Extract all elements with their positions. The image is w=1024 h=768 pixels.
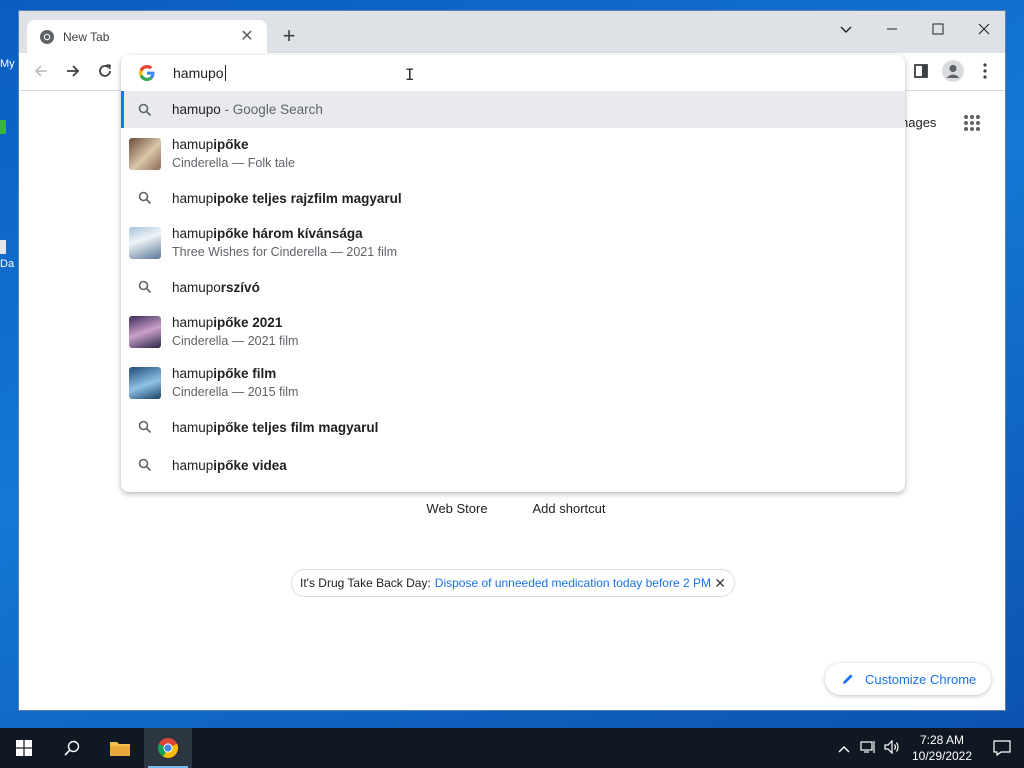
suggestion-bold: ipőke három kívánsága <box>213 225 363 241</box>
tab-close-icon[interactable]: ✕ <box>239 28 255 45</box>
thumb-1 <box>129 137 161 170</box>
close-window-button[interactable] <box>961 15 1005 43</box>
suggestion-prefix: hamup <box>172 457 214 473</box>
suggestion-bold: ipoke teljes rajzfilm magyarul <box>213 190 402 206</box>
start-button[interactable] <box>0 728 48 768</box>
suggestion-bold: ipőke teljes film magyarul <box>213 419 379 435</box>
suggestion-subtitle: Cinderella — 2021 film <box>172 333 299 348</box>
mouse-ibeam-cursor: I <box>405 65 415 84</box>
suggestion-prefix: hamup <box>172 365 214 381</box>
volume-icon[interactable] <box>880 739 904 757</box>
suggestion-subtitle: Cinderella — 2015 film <box>172 384 299 399</box>
promo-link[interactable]: Dispose of unneeded medication today bef… <box>435 576 711 590</box>
tab-new-tab[interactable]: New Tab ✕ <box>27 20 267 53</box>
suggestion-bold: ipőke videa <box>213 457 287 473</box>
taskbar-clock[interactable]: 7:28 AM 10/29/2022 <box>904 732 980 764</box>
suggestion-prefix: hamup <box>172 419 214 435</box>
clock-time: 7:28 AM <box>919 733 965 747</box>
suggestion-bold: pőke <box>217 136 249 152</box>
omnibox-text: hamupo <box>173 65 224 81</box>
suggestion-row[interactable]: hamupipőke három kívánsága Three Wishes … <box>121 217 905 268</box>
suggestion-row[interactable]: hamupo - Google Search <box>121 91 905 128</box>
thumb-2 <box>129 226 161 259</box>
suggestion-bold: ipőke film <box>213 365 277 381</box>
chrome-icon <box>158 738 178 758</box>
suggestion-prefix: hamup <box>172 136 214 152</box>
taskbar-file-explorer[interactable] <box>96 728 144 768</box>
shortcut-label: Web Store <box>426 501 488 516</box>
side-panel-icon[interactable] <box>907 57 935 85</box>
suggestion-row[interactable]: hamuporszívó <box>121 268 905 306</box>
forward-icon[interactable] <box>59 57 87 85</box>
maximize-button[interactable] <box>915 15 961 43</box>
apps-grid-icon[interactable] <box>963 114 981 135</box>
suggestion-suffix: - Google Search <box>220 102 323 117</box>
suggestion-prefix: hamupo <box>172 102 221 117</box>
text-caret <box>224 65 226 81</box>
omnibox-input[interactable]: hamupo I <box>121 55 905 91</box>
thumb-3 <box>129 315 161 348</box>
taskbar-chrome[interactable] <box>144 728 192 768</box>
desktop-icon-label-fragment: My <box>0 58 15 70</box>
search-icon <box>129 271 161 303</box>
suggestion-row[interactable]: hamupipőke 2021 Cinderella — 2021 film <box>121 306 905 357</box>
omnibox-dropdown: hamupo I hamupo - Google Search hamupipő… <box>121 55 905 492</box>
search-icon <box>129 411 161 443</box>
new-tab-button[interactable]: + <box>277 25 301 49</box>
clock-date: 10/29/2022 <box>911 749 973 763</box>
suggestion-bold: ipőke 2021 <box>213 314 283 330</box>
folder-icon <box>110 742 130 756</box>
images-link[interactable]: nages <box>901 115 936 130</box>
notifications-icon[interactable] <box>980 740 1024 756</box>
suggestion-row[interactable]: hamupipőke teljes film magyarul <box>121 408 905 446</box>
search-icon <box>129 94 161 126</box>
suggestion-subtitle: Three Wishes for Cinderella — 2021 film <box>172 244 398 259</box>
suggestion-prefix: hamup <box>172 314 214 330</box>
shortcut-add[interactable]: Add shortcut <box>513 491 625 516</box>
taskbar: 7:28 AM 10/29/2022 <box>0 728 1024 768</box>
suggestion-subtitle: Cinderella — Folk tale <box>172 155 295 170</box>
customize-chrome-button[interactable]: Customize Chrome <box>825 663 991 695</box>
chrome-favicon-icon <box>40 29 54 44</box>
thumb-4 <box>129 366 161 399</box>
suggestion-row[interactable]: hamupipőke videa <box>121 446 905 484</box>
tab-title: New Tab <box>63 29 110 44</box>
windows-logo-icon <box>16 740 32 756</box>
desktop-icon-fragment <box>0 240 6 254</box>
profile-avatar-icon[interactable] <box>939 57 967 85</box>
desktop-icon-label-fragment: Da <box>0 258 15 270</box>
search-icon <box>129 182 161 214</box>
suggestion-bold: rszívó <box>220 279 260 295</box>
tab-search-icon[interactable] <box>823 15 869 43</box>
suggestion-prefix: hamup <box>172 190 214 206</box>
reload-icon[interactable] <box>91 57 119 85</box>
chrome-window: New Tab ✕ + nages Web Store Add shortcut… <box>18 10 1006 711</box>
customize-label: Customize Chrome <box>865 671 977 687</box>
title-bar: New Tab ✕ + <box>19 11 1005 53</box>
google-g-icon <box>139 65 155 81</box>
suggestion-row[interactable]: hamupipőke film Cinderella — 2015 film <box>121 357 905 408</box>
suggestion-row[interactable]: hamupipoke teljes rajzfilm magyarul <box>121 179 905 217</box>
promo-banner: It's Drug Take Back Day: Dispose of unne… <box>291 569 735 597</box>
system-tray: 7:28 AM 10/29/2022 <box>832 728 1024 768</box>
back-icon[interactable] <box>27 57 55 85</box>
suggestion-prefix: hamupo <box>172 279 221 295</box>
menu-kebab-icon[interactable] <box>971 57 999 85</box>
taskbar-search-button[interactable] <box>48 728 96 768</box>
suggestion-row[interactable]: hamupipőke Cinderella — Folk tale <box>121 128 905 179</box>
promo-text: It's Drug Take Back Day: <box>300 576 431 590</box>
suggestion-prefix: hamup <box>172 225 214 241</box>
search-icon <box>64 740 80 756</box>
minimize-button[interactable] <box>869 15 915 43</box>
network-icon[interactable] <box>856 740 880 757</box>
desktop-icon-fragment <box>0 120 6 134</box>
promo-close-icon[interactable]: ✕ <box>714 575 726 592</box>
shortcut-web-store[interactable]: Web Store <box>401 491 513 516</box>
pencil-icon <box>843 674 853 684</box>
search-icon <box>129 449 161 481</box>
shortcut-label: Add shortcut <box>532 501 606 516</box>
chevron-up-icon[interactable] <box>832 741 856 756</box>
